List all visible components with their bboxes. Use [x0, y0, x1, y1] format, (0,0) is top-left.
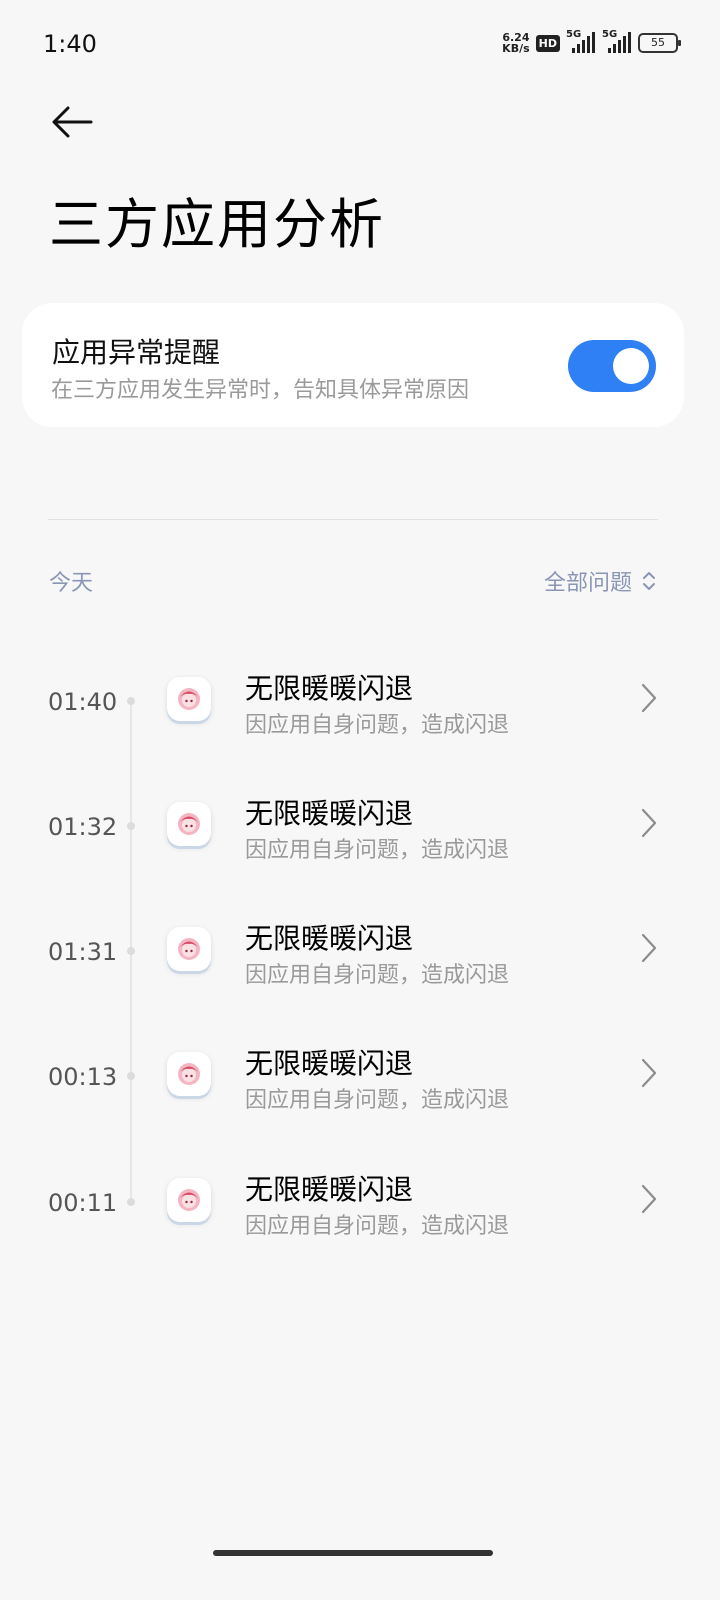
crash-title: 无限暖暖闪退	[245, 1173, 414, 1206]
timeline-dot	[127, 947, 135, 955]
network-speed-unit: KB/s	[502, 42, 530, 55]
crash-reason: 因应用自身问题，造成闪退	[245, 838, 510, 863]
toggle-knob	[613, 348, 649, 384]
issue-filter-dropdown[interactable]: 全部问题	[544, 565, 656, 597]
app-icon	[167, 927, 211, 971]
app-icon	[167, 802, 211, 846]
sort-updown-icon	[643, 572, 655, 590]
battery-icon: 55	[638, 33, 681, 53]
date-group-label: 今天	[49, 571, 94, 596]
chevron-right-icon	[641, 1058, 657, 1088]
sim2-network-label: 5G	[602, 29, 618, 40]
app-avatar-icon	[178, 938, 200, 960]
network-speed: 6.24 KB/s	[502, 32, 529, 54]
app-avatar-icon	[178, 1063, 200, 1085]
chevron-right-icon	[641, 808, 657, 838]
crash-time: 00:13	[48, 1063, 118, 1091]
timeline-dot	[127, 1198, 135, 1206]
crash-title: 无限暖暖闪退	[245, 672, 414, 705]
app-avatar-icon	[178, 688, 200, 710]
crash-list-item[interactable]: 01:31 无限暖暖闪退 因应用自身问题，造成闪退	[0, 900, 720, 1000]
crash-title: 无限暖暖闪退	[245, 797, 414, 830]
crash-reason: 因应用自身问题，造成闪退	[245, 1214, 510, 1239]
app-avatar-icon	[178, 813, 200, 835]
home-indicator[interactable]	[213, 1550, 493, 1556]
signal-icon-sim1: 5G	[566, 29, 596, 55]
crash-reason: 因应用自身问题，造成闪退	[245, 713, 510, 738]
timeline-dot	[127, 1072, 135, 1080]
crash-list-item[interactable]: 00:13 无限暖暖闪退 因应用自身问题，造成闪退	[0, 1025, 720, 1125]
divider	[48, 519, 658, 520]
app-icon	[167, 677, 211, 721]
app-avatar-icon	[178, 1189, 200, 1211]
hd-voice-icon: HD	[535, 34, 560, 52]
crash-time: 01:31	[48, 938, 118, 966]
sim1-network-label: 5G	[566, 29, 582, 40]
alert-setting-card: 应用异常提醒 在三方应用发生异常时，告知具体异常原因	[22, 303, 684, 427]
timeline-dot	[127, 822, 135, 830]
alert-setting-title: 应用异常提醒	[52, 336, 221, 369]
status-time: 1:40	[43, 30, 97, 58]
crash-list-item[interactable]: 01:32 无限暖暖闪退 因应用自身问题，造成闪退	[0, 775, 720, 875]
alert-setting-description: 在三方应用发生异常时，告知具体异常原因	[51, 378, 470, 403]
crash-time: 00:11	[48, 1189, 118, 1217]
timeline-dot	[127, 697, 135, 705]
crash-title: 无限暖暖闪退	[245, 922, 414, 955]
app-icon	[167, 1052, 211, 1096]
chevron-right-icon	[641, 683, 657, 713]
crash-reason: 因应用自身问题，造成闪退	[245, 963, 510, 988]
back-button[interactable]	[46, 100, 98, 144]
alert-toggle-switch[interactable]	[568, 340, 656, 392]
crash-title: 无限暖暖闪退	[245, 1047, 414, 1080]
app-icon	[167, 1178, 211, 1222]
status-bar: 1:40 6.24 KB/s HD 5G 5G 55	[0, 0, 720, 90]
crash-time: 01:32	[48, 813, 118, 841]
crash-list-item[interactable]: 01:40 无限暖暖闪退 因应用自身问题，造成闪退	[0, 650, 720, 750]
page-title: 三方应用分析	[49, 193, 385, 256]
chevron-right-icon	[641, 933, 657, 963]
crash-list-item[interactable]: 00:11 无限暖暖闪退 因应用自身问题，造成闪退	[0, 1151, 720, 1251]
filter-label: 全部问题	[543, 571, 632, 596]
chevron-right-icon	[641, 1184, 657, 1214]
crash-time: 01:40	[48, 688, 118, 716]
signal-icon-sim2: 5G	[602, 29, 632, 55]
crash-reason: 因应用自身问题，造成闪退	[245, 1088, 510, 1113]
status-icons: 6.24 KB/s HD 5G 5G 55	[502, 29, 681, 55]
back-arrow-icon	[52, 106, 93, 138]
